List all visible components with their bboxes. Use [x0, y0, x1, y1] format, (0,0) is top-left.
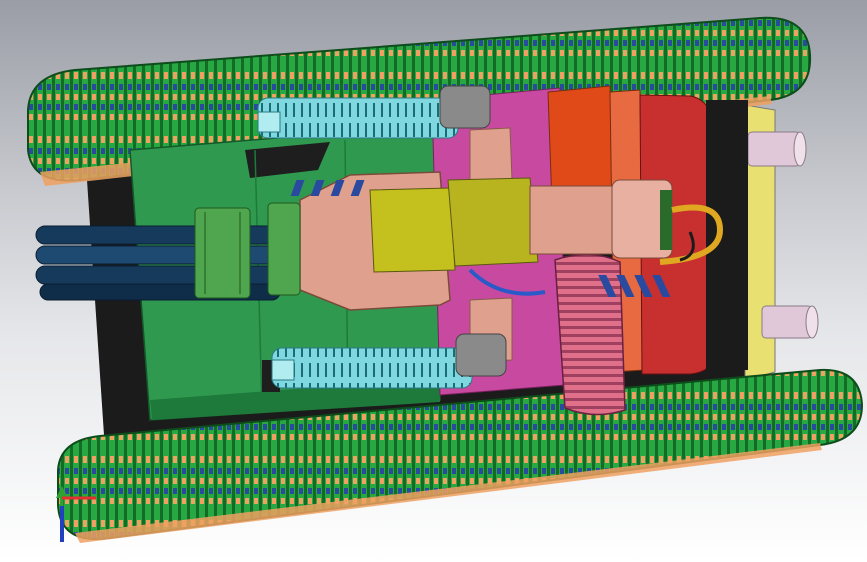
coordinate-triad	[56, 486, 96, 542]
gun-sight[interactable]	[369, 177, 673, 273]
turret-gear[interactable]	[554, 253, 626, 416]
tank-3d-model[interactable]	[0, 0, 867, 562]
graphics-viewport[interactable]	[0, 0, 867, 562]
